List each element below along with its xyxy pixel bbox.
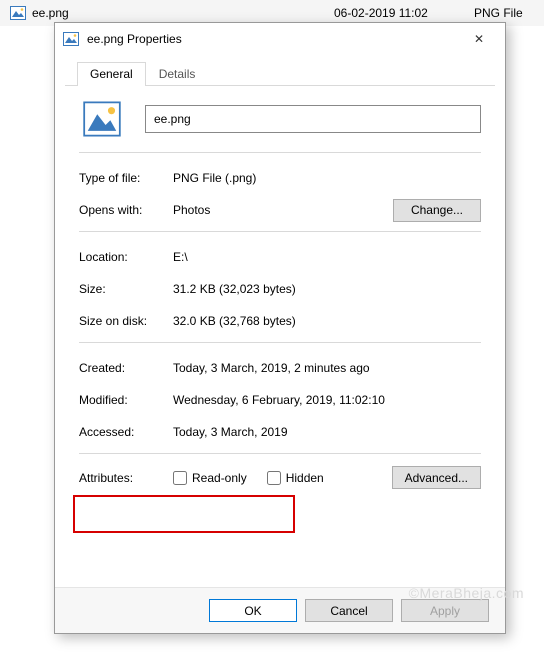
hidden-checkbox[interactable] — [267, 471, 281, 485]
close-button[interactable]: ✕ — [459, 25, 499, 53]
divider — [79, 342, 481, 343]
divider — [79, 152, 481, 153]
close-icon: ✕ — [474, 32, 484, 46]
image-file-icon — [10, 5, 26, 21]
explorer-file-type: PNG File — [474, 6, 534, 20]
hidden-checkbox-wrap[interactable]: Hidden — [267, 471, 324, 485]
size-label: Size: — [79, 282, 173, 296]
read-only-checkbox-wrap[interactable]: Read-only — [173, 471, 247, 485]
change-button[interactable]: Change... — [393, 199, 481, 222]
location-value: E:\ — [173, 250, 481, 264]
general-tab-content: Type of file: PNG File (.png) Opens with… — [55, 86, 505, 497]
tab-details[interactable]: Details — [146, 62, 209, 86]
accessed-label: Accessed: — [79, 425, 173, 439]
read-only-label: Read-only — [192, 471, 247, 485]
titlebar: ee.png Properties ✕ — [55, 23, 505, 55]
size-on-disk-value: 32.0 KB (32,768 bytes) — [173, 314, 481, 328]
properties-dialog: ee.png Properties ✕ General Details Type… — [54, 22, 506, 634]
annotation-highlight — [73, 495, 295, 533]
location-label: Location: — [79, 250, 173, 264]
image-file-icon — [63, 31, 79, 47]
opens-with-label: Opens with: — [79, 203, 173, 217]
hidden-label: Hidden — [286, 471, 324, 485]
size-on-disk-label: Size on disk: — [79, 314, 173, 328]
dialog-footer: OK Cancel Apply — [55, 587, 505, 633]
tab-strip: General Details — [65, 55, 495, 86]
ok-button[interactable]: OK — [209, 599, 297, 622]
accessed-value: Today, 3 March, 2019 — [173, 425, 481, 439]
divider — [79, 231, 481, 232]
type-of-file-value: PNG File (.png) — [173, 171, 481, 185]
explorer-file-date: 06-02-2019 11:02 — [334, 6, 474, 20]
created-value: Today, 3 March, 2019, 2 minutes ago — [173, 361, 481, 375]
size-value: 31.2 KB (32,023 bytes) — [173, 282, 481, 296]
divider — [79, 453, 481, 454]
file-name-input[interactable] — [145, 105, 481, 133]
tab-general[interactable]: General — [77, 62, 146, 86]
attributes-label: Attributes: — [79, 471, 173, 485]
created-label: Created: — [79, 361, 173, 375]
opens-with-value: Photos — [173, 203, 393, 217]
dialog-title: ee.png Properties — [87, 32, 459, 46]
cancel-button[interactable]: Cancel — [305, 599, 393, 622]
type-of-file-label: Type of file: — [79, 171, 173, 185]
explorer-file-name: ee.png — [32, 6, 334, 20]
image-file-icon — [83, 100, 121, 138]
read-only-checkbox[interactable] — [173, 471, 187, 485]
modified-value: Wednesday, 6 February, 2019, 11:02:10 — [173, 393, 481, 407]
modified-label: Modified: — [79, 393, 173, 407]
advanced-button[interactable]: Advanced... — [392, 466, 481, 489]
apply-button[interactable]: Apply — [401, 599, 489, 622]
